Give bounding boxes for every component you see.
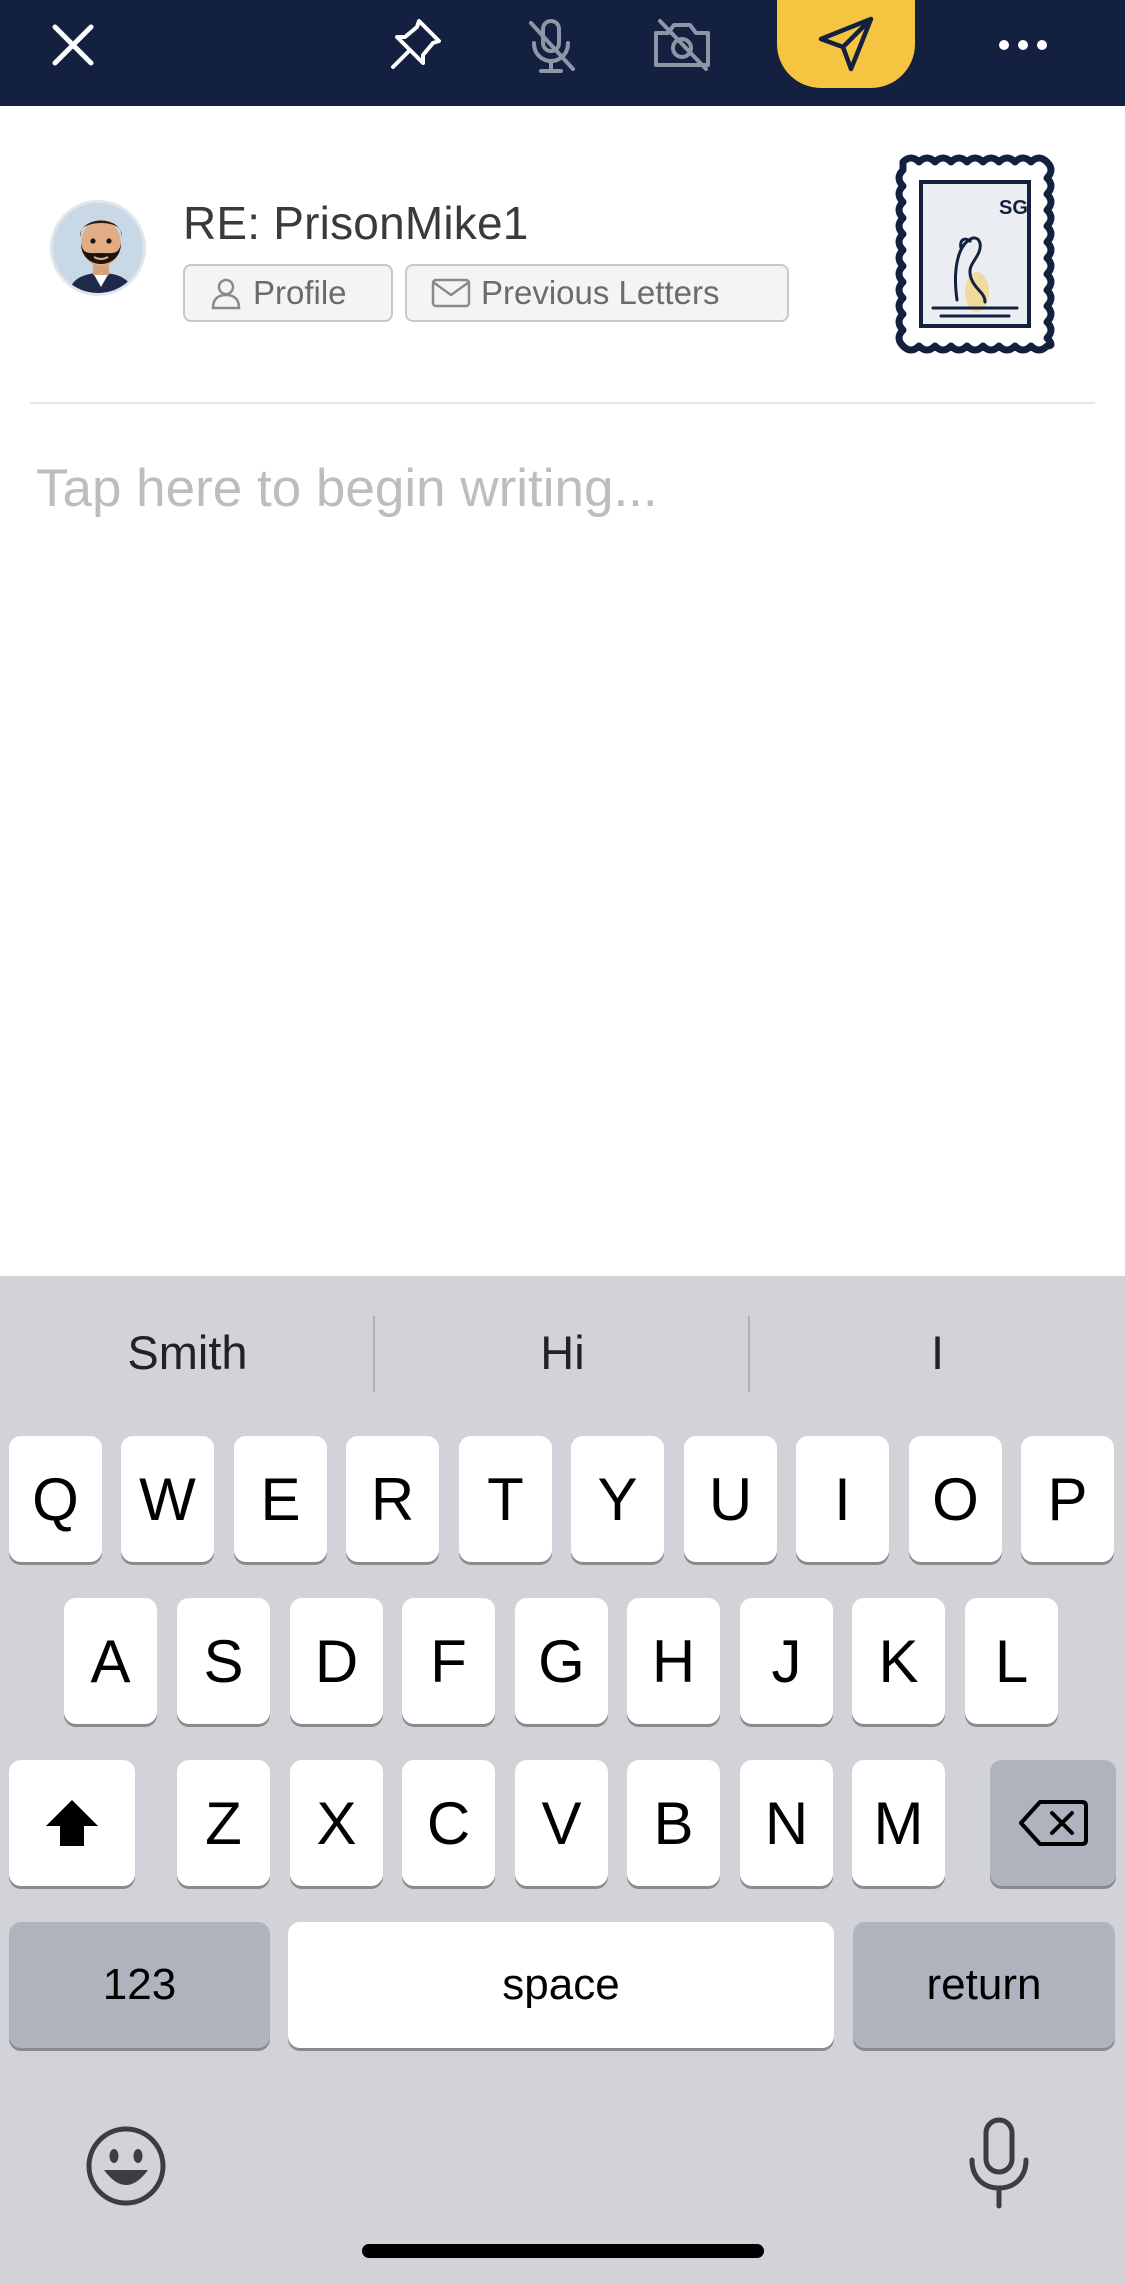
shift-key[interactable] bbox=[9, 1760, 135, 1886]
shift-arrow-icon bbox=[46, 1800, 98, 1846]
pin-icon bbox=[391, 19, 441, 69]
emoji-button[interactable] bbox=[84, 2124, 168, 2213]
microphone-icon bbox=[969, 2117, 1029, 2209]
mic-off-icon bbox=[529, 19, 575, 73]
key-d[interactable]: D bbox=[290, 1598, 383, 1724]
top-toolbar bbox=[0, 0, 1125, 106]
key-c[interactable]: C bbox=[402, 1760, 495, 1886]
previous-letters-label: Previous Letters bbox=[481, 274, 720, 311]
key-x[interactable]: X bbox=[290, 1760, 383, 1886]
key-t[interactable]: T bbox=[459, 1436, 552, 1562]
keyboard: Smith Hi I Q W E R T Y U I O P A S D F G… bbox=[0, 1276, 1125, 2284]
key-v[interactable]: V bbox=[515, 1760, 608, 1886]
recipient-title: RE: PrisonMike1 bbox=[183, 197, 529, 249]
key-a[interactable]: A bbox=[64, 1598, 157, 1724]
key-b[interactable]: B bbox=[627, 1760, 720, 1886]
more-icon bbox=[999, 40, 1047, 50]
send-button[interactable] bbox=[777, 0, 915, 88]
letter-editor[interactable]: Tap here to begin writing... bbox=[36, 458, 658, 519]
close-icon bbox=[52, 24, 94, 66]
key-l[interactable]: L bbox=[965, 1598, 1058, 1724]
key-z[interactable]: Z bbox=[177, 1760, 270, 1886]
key-q[interactable]: Q bbox=[9, 1436, 102, 1562]
key-h[interactable]: H bbox=[627, 1598, 720, 1724]
bearded-man-avatar-icon bbox=[53, 203, 143, 293]
key-i[interactable]: I bbox=[796, 1436, 889, 1562]
dictation-button[interactable] bbox=[964, 2116, 1034, 2215]
more-button[interactable] bbox=[992, 0, 1054, 90]
envelope-icon bbox=[431, 278, 471, 308]
numbers-key[interactable]: 123 bbox=[9, 1922, 270, 2048]
space-key[interactable]: space bbox=[288, 1922, 834, 2048]
stamp-label: SG bbox=[999, 197, 1028, 219]
key-e[interactable]: E bbox=[234, 1436, 327, 1562]
key-f[interactable]: F bbox=[402, 1598, 495, 1724]
key-p[interactable]: P bbox=[1021, 1436, 1114, 1562]
camera-off-icon bbox=[654, 19, 710, 71]
close-button[interactable] bbox=[40, 0, 106, 90]
key-r[interactable]: R bbox=[346, 1436, 439, 1562]
key-g[interactable]: G bbox=[515, 1598, 608, 1724]
return-key[interactable]: return bbox=[853, 1922, 1115, 2048]
home-indicator[interactable] bbox=[362, 2244, 764, 2258]
emoji-icon bbox=[86, 2126, 166, 2206]
send-icon bbox=[818, 16, 874, 72]
suggestion-1[interactable]: Smith bbox=[0, 1312, 375, 1392]
header-divider bbox=[30, 402, 1095, 404]
postage-stamp: SG bbox=[893, 152, 1057, 356]
backspace-key[interactable] bbox=[990, 1760, 1116, 1886]
key-n[interactable]: N bbox=[740, 1760, 833, 1886]
previous-letters-button[interactable]: Previous Letters bbox=[405, 264, 789, 322]
profile-button[interactable]: Profile bbox=[183, 264, 393, 322]
pin-button[interactable] bbox=[380, 0, 450, 90]
key-m[interactable]: M bbox=[852, 1760, 945, 1886]
key-w[interactable]: W bbox=[121, 1436, 214, 1562]
key-o[interactable]: O bbox=[909, 1436, 1002, 1562]
key-j[interactable]: J bbox=[740, 1598, 833, 1724]
suggestion-3[interactable]: I bbox=[750, 1312, 1125, 1392]
key-u[interactable]: U bbox=[684, 1436, 777, 1562]
backspace-icon bbox=[1019, 1800, 1088, 1846]
key-s[interactable]: S bbox=[177, 1598, 270, 1724]
key-y[interactable]: Y bbox=[571, 1436, 664, 1562]
mic-toggle-button[interactable] bbox=[516, 0, 586, 90]
camera-toggle-button[interactable] bbox=[646, 0, 718, 90]
person-icon bbox=[211, 278, 241, 310]
suggestion-2[interactable]: Hi bbox=[375, 1312, 750, 1392]
key-k[interactable]: K bbox=[852, 1598, 945, 1724]
profile-label: Profile bbox=[253, 274, 347, 311]
avatar[interactable] bbox=[50, 200, 146, 296]
